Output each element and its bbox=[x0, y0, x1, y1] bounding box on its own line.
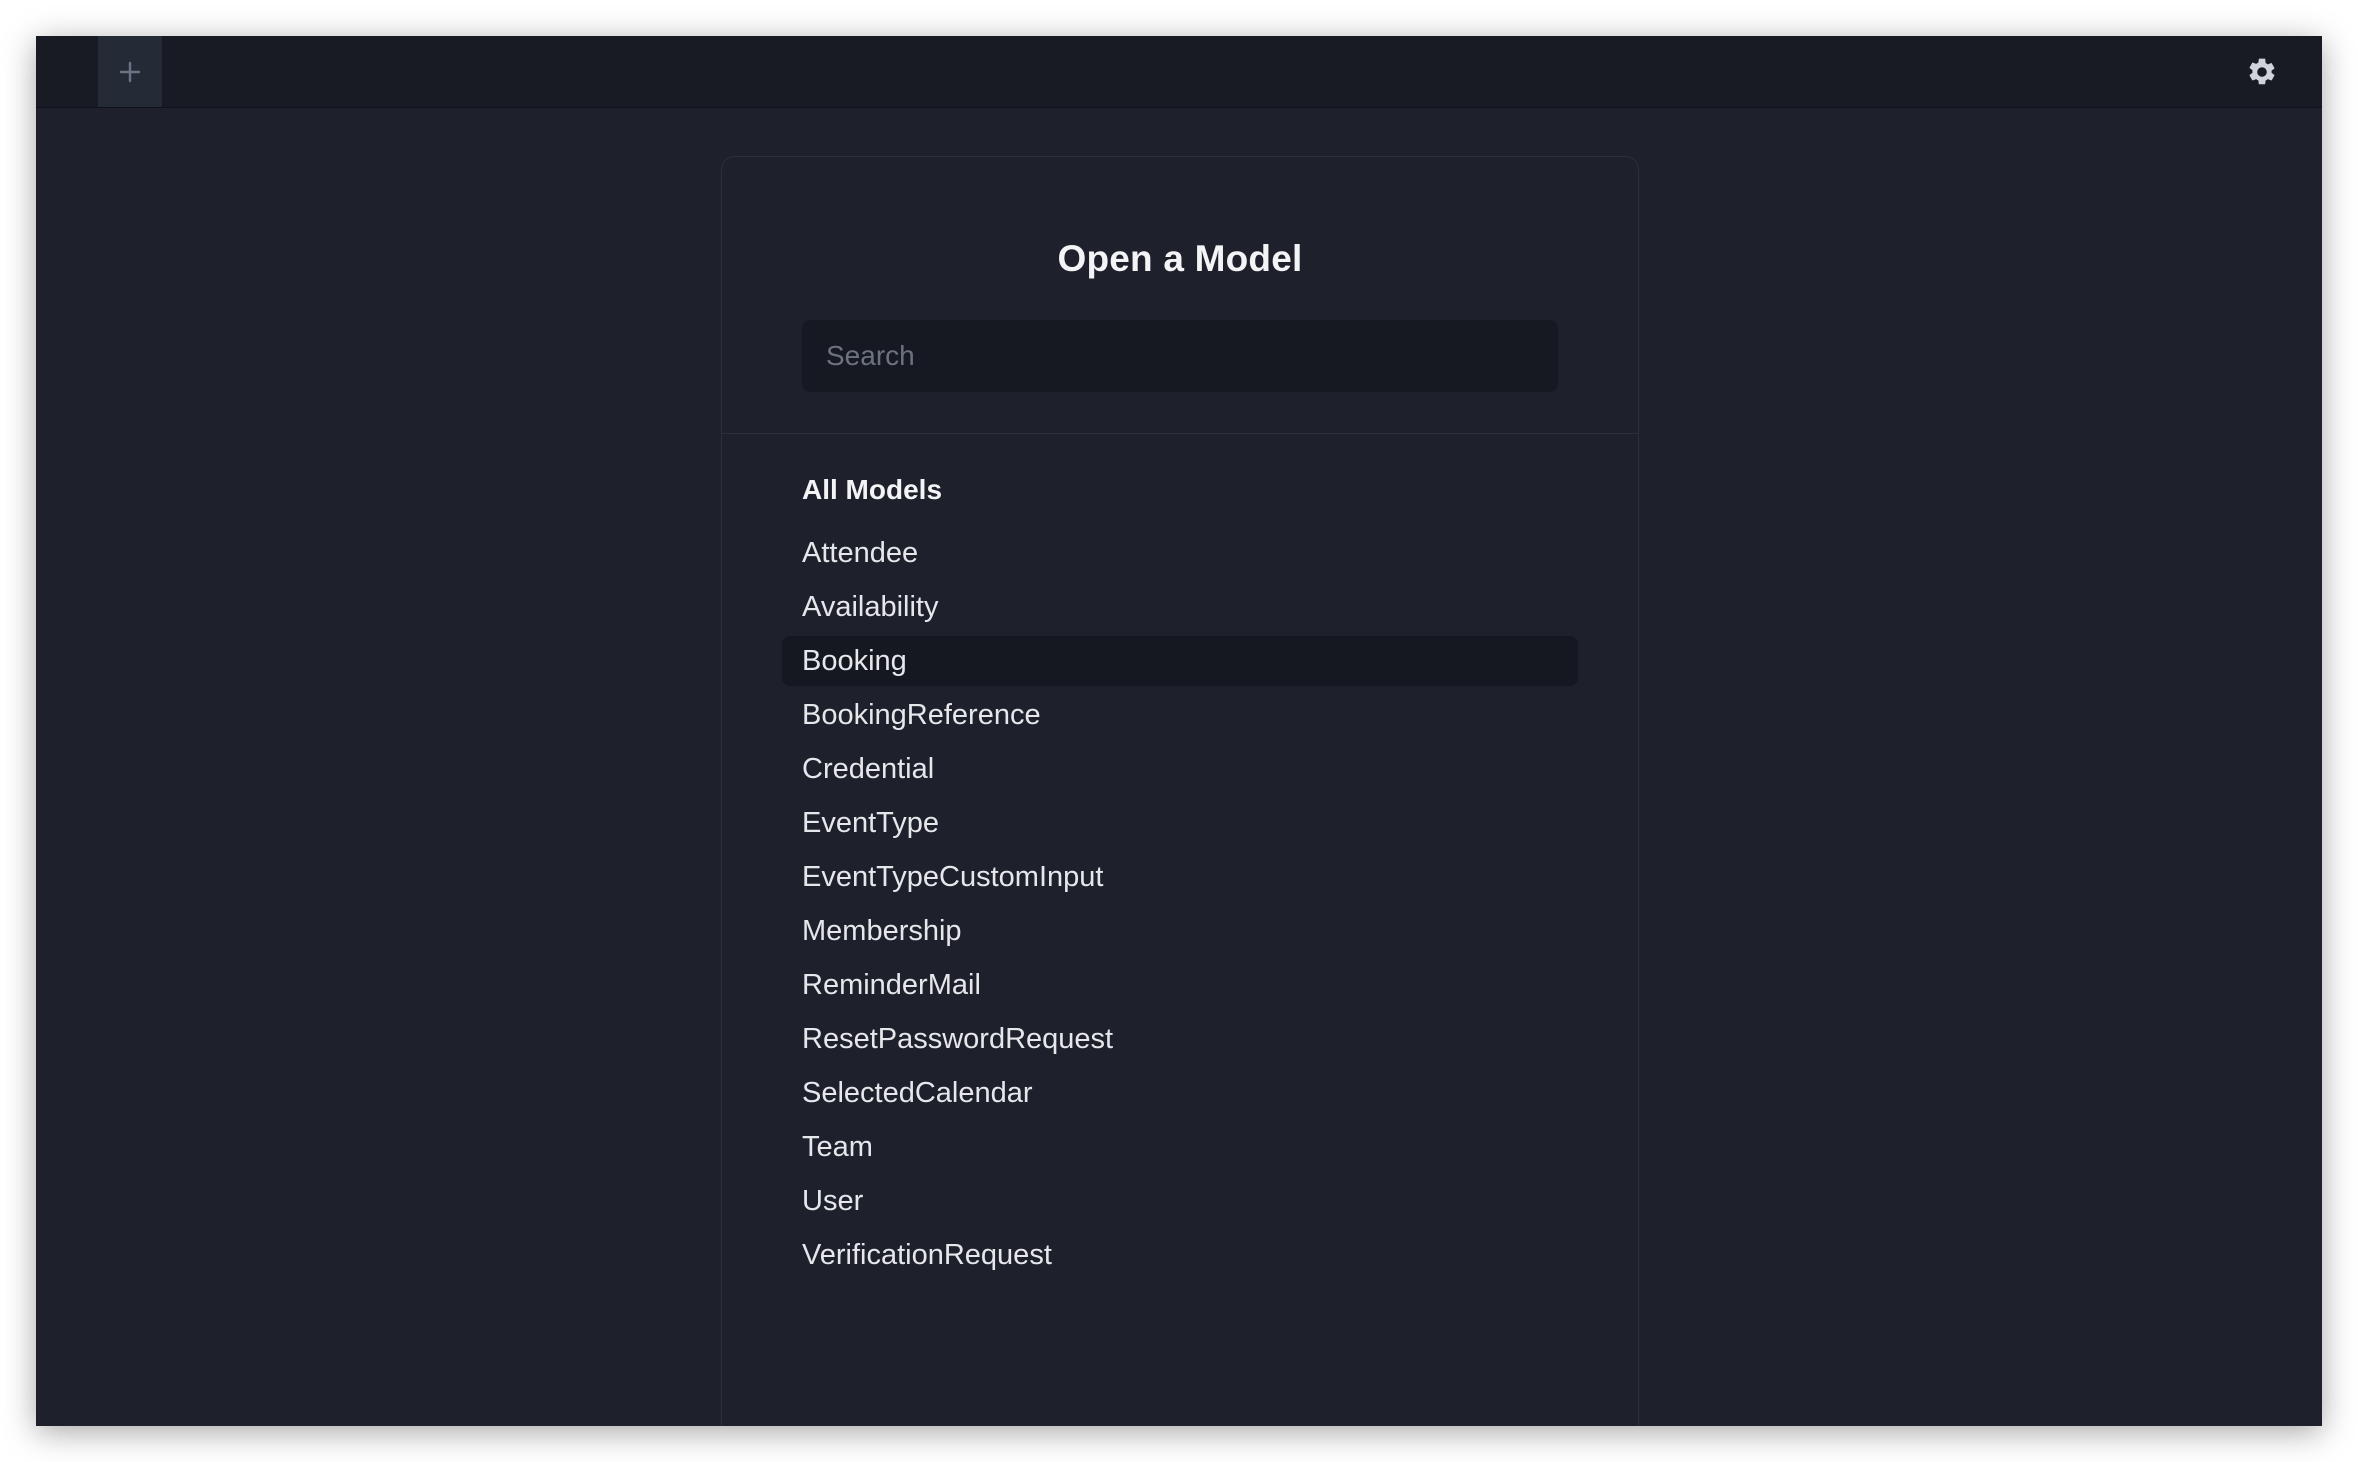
model-list-item[interactable]: User bbox=[782, 1174, 1578, 1228]
model-list-item[interactable]: Attendee bbox=[782, 526, 1578, 580]
model-list-item[interactable]: ResetPasswordRequest bbox=[782, 1012, 1578, 1066]
new-tab-button[interactable] bbox=[98, 36, 162, 107]
model-list-item[interactable]: Availability bbox=[782, 580, 1578, 634]
model-list-item[interactable]: EventType bbox=[782, 796, 1578, 850]
section-heading: All Models bbox=[802, 474, 943, 505]
settings-button[interactable] bbox=[2246, 56, 2278, 88]
model-list-item-selected[interactable]: Booking bbox=[782, 636, 1578, 686]
model-list-item[interactable]: Team bbox=[782, 1120, 1578, 1174]
model-list-item[interactable]: SelectedCalendar bbox=[782, 1066, 1578, 1120]
dialog-title: Open a Model bbox=[1057, 238, 1303, 279]
model-list-item[interactable]: Membership bbox=[782, 904, 1578, 958]
app-window: Open a Model All Models Attendee Availab… bbox=[36, 36, 2322, 1426]
search-input[interactable] bbox=[802, 320, 1558, 392]
top-bar bbox=[36, 36, 2322, 108]
model-list-item[interactable]: BookingReference bbox=[782, 688, 1578, 742]
model-list-item[interactable]: ReminderMail bbox=[782, 958, 1578, 1012]
gear-icon bbox=[2246, 58, 2278, 92]
model-list-item[interactable]: Credential bbox=[782, 742, 1578, 796]
model-list-item[interactable]: VerificationRequest bbox=[782, 1228, 1578, 1282]
model-list-item[interactable]: EventTypeCustomInput bbox=[782, 850, 1578, 904]
model-list: Attendee Availability Booking BookingRef… bbox=[782, 526, 1578, 1282]
dialog-header: Open a Model bbox=[722, 157, 1638, 434]
open-model-dialog: Open a Model All Models Attendee Availab… bbox=[721, 156, 1639, 1426]
plus-icon bbox=[119, 61, 141, 83]
